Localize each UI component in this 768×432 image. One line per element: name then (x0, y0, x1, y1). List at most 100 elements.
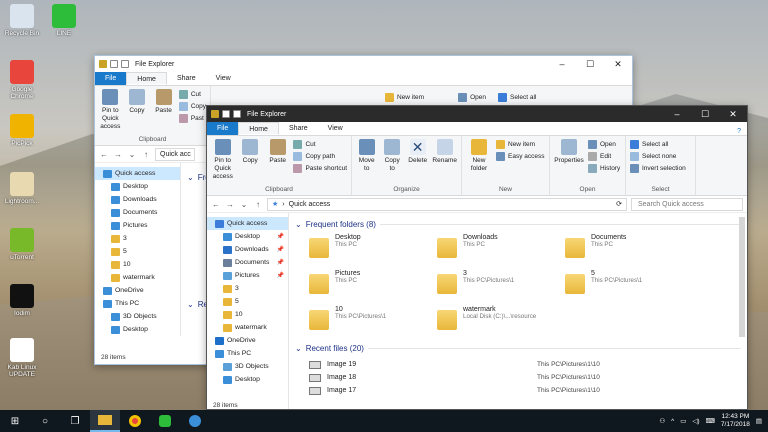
nav-item[interactable]: 3D Objects (207, 360, 288, 373)
nav-item[interactable]: watermark (207, 321, 288, 334)
person-icon[interactable]: ⚇ (659, 417, 665, 425)
folder-tile[interactable]: Pictures This PC (309, 270, 437, 302)
tab-home[interactable]: Home (238, 122, 279, 135)
tab-home[interactable]: Home (126, 72, 167, 85)
minimize-icon[interactable]: – (663, 106, 691, 122)
new-item-button[interactable]: New item (496, 140, 545, 149)
volume-icon[interactable]: ◁) (692, 417, 699, 425)
desktop-icon[interactable]: Kab Linux UPDATE (2, 338, 42, 378)
nav-item[interactable]: 3 (207, 282, 288, 295)
title-bar[interactable]: File Explorer – ☐ ✕ (95, 56, 632, 72)
nav-item[interactable]: Quick access (207, 217, 288, 230)
pin-icon[interactable]: 📌 (277, 233, 284, 240)
refresh-icon[interactable]: ⟳ (616, 200, 622, 208)
nav-item[interactable]: Documents (95, 206, 180, 219)
notification-icon[interactable]: ▤ (756, 417, 762, 425)
select-all-button[interactable]: Select all (498, 93, 536, 102)
nav-item[interactable]: This PC (207, 347, 288, 360)
folder-tile[interactable]: 10 This PC\Pictures\1 (309, 306, 437, 338)
edit-button[interactable]: Edit (588, 152, 620, 161)
history-button[interactable]: History (588, 164, 620, 173)
paste-shortcut-button[interactable]: Paste shortcut (293, 164, 347, 173)
nav-item[interactable]: Desktop (207, 373, 288, 386)
paste-shortcut-button[interactable]: Past (178, 114, 206, 123)
clock[interactable]: 12:43 PM 7/17/2018 (721, 413, 750, 429)
open-button[interactable]: Open (588, 140, 620, 149)
folder-tile[interactable]: Documents This PC (565, 234, 693, 266)
maximize-icon[interactable]: ☐ (691, 106, 719, 122)
desktop-icon[interactable]: LINE (44, 4, 84, 37)
copy-path-button[interactable]: Copy path (293, 152, 347, 161)
search-icon[interactable]: ○ (30, 410, 60, 432)
forward-arrow-icon[interactable]: → (113, 150, 123, 159)
close-icon[interactable]: ✕ (604, 56, 632, 72)
maximize-icon[interactable]: ☐ (576, 56, 604, 72)
recent-files-header[interactable]: ⌄ Recent files (20) (295, 344, 741, 353)
cut-button[interactable]: Cut (178, 90, 206, 99)
pin-icon[interactable]: 📌 (277, 272, 284, 279)
new-item-button[interactable]: New item (385, 93, 424, 102)
nav-item[interactable]: 10 (207, 308, 288, 321)
desktop-icon[interactable]: uTorrent (2, 228, 42, 261)
tab-view[interactable]: View (206, 72, 241, 85)
folder-tile[interactable]: Desktop This PC (309, 234, 437, 266)
pin-icon[interactable]: 📌 (277, 259, 284, 266)
network-icon[interactable]: ▭ (680, 417, 686, 425)
start-button[interactable]: ⊞ (0, 410, 30, 432)
minimize-icon[interactable]: – (548, 56, 576, 72)
nav-item[interactable]: 3D Objects (95, 310, 180, 323)
nav-item[interactable]: 5 (95, 245, 180, 258)
nav-item[interactable]: Documents 📌 (207, 256, 288, 269)
file-explorer-window-front[interactable]: File Explorer – ☐ ✕ File Home Share View ?… (206, 105, 748, 410)
scrollbar[interactable] (739, 217, 745, 337)
chevron-up-icon[interactable]: ^ (671, 418, 674, 425)
desktop-icon[interactable]: Lightroom... (2, 172, 42, 205)
open-button[interactable]: Open (458, 93, 486, 102)
taskbar-chrome[interactable] (120, 410, 150, 432)
invert-selection-button[interactable]: Invert selection (630, 164, 686, 173)
nav-item[interactable]: OneDrive (207, 334, 288, 347)
tab-share[interactable]: Share (167, 72, 206, 85)
nav-item[interactable]: OneDrive (95, 284, 180, 297)
tab-file[interactable]: File (207, 122, 239, 135)
title-bar[interactable]: File Explorer – ☐ ✕ (207, 106, 747, 122)
close-icon[interactable]: ✕ (719, 106, 747, 122)
nav-item[interactable]: Quick access (95, 167, 180, 180)
taskbar-line[interactable] (150, 410, 180, 432)
search-input[interactable]: Search Quick access (631, 197, 743, 211)
frequent-folders-header[interactable]: ⌄ Frequent folders (8) (295, 220, 741, 229)
back-arrow-icon[interactable]: ← (211, 200, 221, 209)
recent-dropdown-icon[interactable]: ⌄ (239, 200, 249, 209)
taskbar-file-explorer[interactable] (90, 410, 120, 432)
nav-item[interactable]: 3 (95, 232, 180, 245)
task-view-icon[interactable]: ❐ (60, 410, 90, 432)
pin-icon[interactable]: 📌 (277, 246, 284, 253)
nav-item[interactable]: Pictures (95, 219, 180, 232)
up-arrow-icon[interactable]: ↑ (141, 150, 151, 159)
nav-item[interactable]: Desktop 📌 (207, 230, 288, 243)
desktop-icon[interactable]: Google Chrome (2, 60, 42, 100)
recent-dropdown-icon[interactable]: ⌄ (127, 150, 137, 159)
back-arrow-icon[interactable]: ← (99, 150, 109, 159)
nav-item[interactable]: 10 (95, 258, 180, 271)
desktop-icon[interactable]: Recycle Bin (2, 4, 42, 37)
folder-tile[interactable]: Downloads This PC (437, 234, 565, 266)
recent-file-row[interactable]: Image 19 This PC\Pictures\1\10 (309, 358, 741, 371)
nav-item[interactable]: Downloads 📌 (207, 243, 288, 256)
folder-tile[interactable]: 3 This PC\Pictures\1 (437, 270, 565, 302)
address-bar[interactable]: ★ › Quick access ⟳ (267, 197, 627, 211)
nav-item[interactable]: watermark (95, 271, 180, 284)
nav-item[interactable]: Desktop (95, 323, 180, 336)
cut-button[interactable]: Cut (293, 140, 347, 149)
desktop-icon[interactable]: Iodim (2, 284, 42, 317)
help-icon[interactable]: ? (737, 128, 747, 135)
select-none-button[interactable]: Select none (630, 152, 686, 161)
forward-arrow-icon[interactable]: → (225, 200, 235, 209)
select-all-button[interactable]: Select all (630, 140, 686, 149)
easy-access-button[interactable]: Easy access (496, 152, 545, 161)
recent-file-row[interactable]: Image 18 This PC\Pictures\1\10 (309, 371, 741, 384)
copy-path-button[interactable]: Copy (178, 102, 206, 111)
nav-item[interactable]: 5 (207, 295, 288, 308)
recent-file-row[interactable]: Image 17 This PC\Pictures\1\10 (309, 384, 741, 397)
up-arrow-icon[interactable]: ↑ (253, 200, 263, 209)
